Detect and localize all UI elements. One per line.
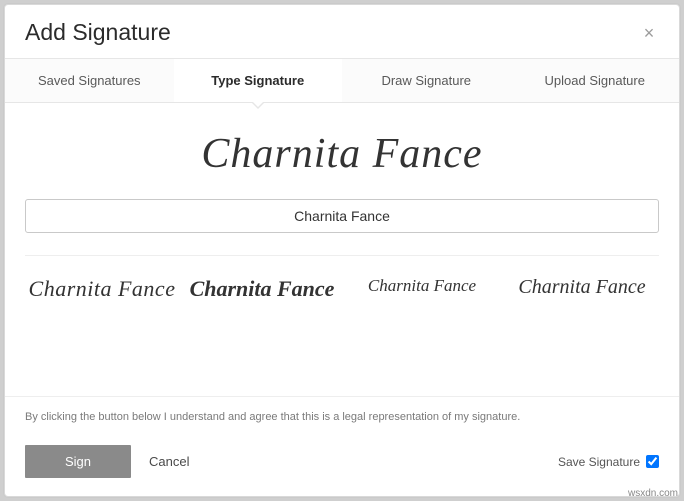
signature-name-input[interactable] — [25, 199, 659, 233]
legal-disclaimer: By clicking the button below I understan… — [5, 396, 679, 433]
modal-title: Add Signature — [25, 19, 171, 46]
signature-preview: Charnita Fance — [25, 129, 659, 179]
signature-style-option-2[interactable]: Charnita Fance — [185, 276, 339, 302]
signature-tabs: Saved Signatures Type Signature Draw Sig… — [5, 58, 679, 103]
modal-footer: Sign Cancel Save Signature — [5, 433, 679, 496]
close-icon[interactable]: × — [639, 23, 659, 43]
add-signature-modal: Add Signature × Saved Signatures Type Si… — [4, 4, 680, 497]
sign-button[interactable]: Sign — [25, 445, 131, 478]
tab-saved-signatures[interactable]: Saved Signatures — [5, 59, 174, 102]
tab-type-signature[interactable]: Type Signature — [174, 59, 343, 102]
tab-draw-signature[interactable]: Draw Signature — [342, 59, 511, 102]
signature-style-options: Charnita Fance Charnita Fance Charnita F… — [25, 255, 659, 302]
save-signature-label: Save Signature — [558, 455, 640, 469]
watermark: wsxdn.com — [628, 488, 678, 499]
cancel-button[interactable]: Cancel — [149, 454, 189, 469]
signature-style-option-3[interactable]: Charnita Fance — [345, 276, 499, 302]
signature-style-option-1[interactable]: Charnita Fance — [25, 276, 179, 302]
tab-upload-signature[interactable]: Upload Signature — [511, 59, 680, 102]
save-signature-toggle[interactable]: Save Signature — [558, 455, 659, 469]
modal-header: Add Signature × — [5, 5, 679, 58]
signature-style-option-4[interactable]: Charnita Fance — [505, 276, 659, 302]
save-signature-checkbox[interactable] — [646, 455, 659, 468]
tab-content: Charnita Fance Charnita Fance Charnita F… — [5, 103, 679, 396]
